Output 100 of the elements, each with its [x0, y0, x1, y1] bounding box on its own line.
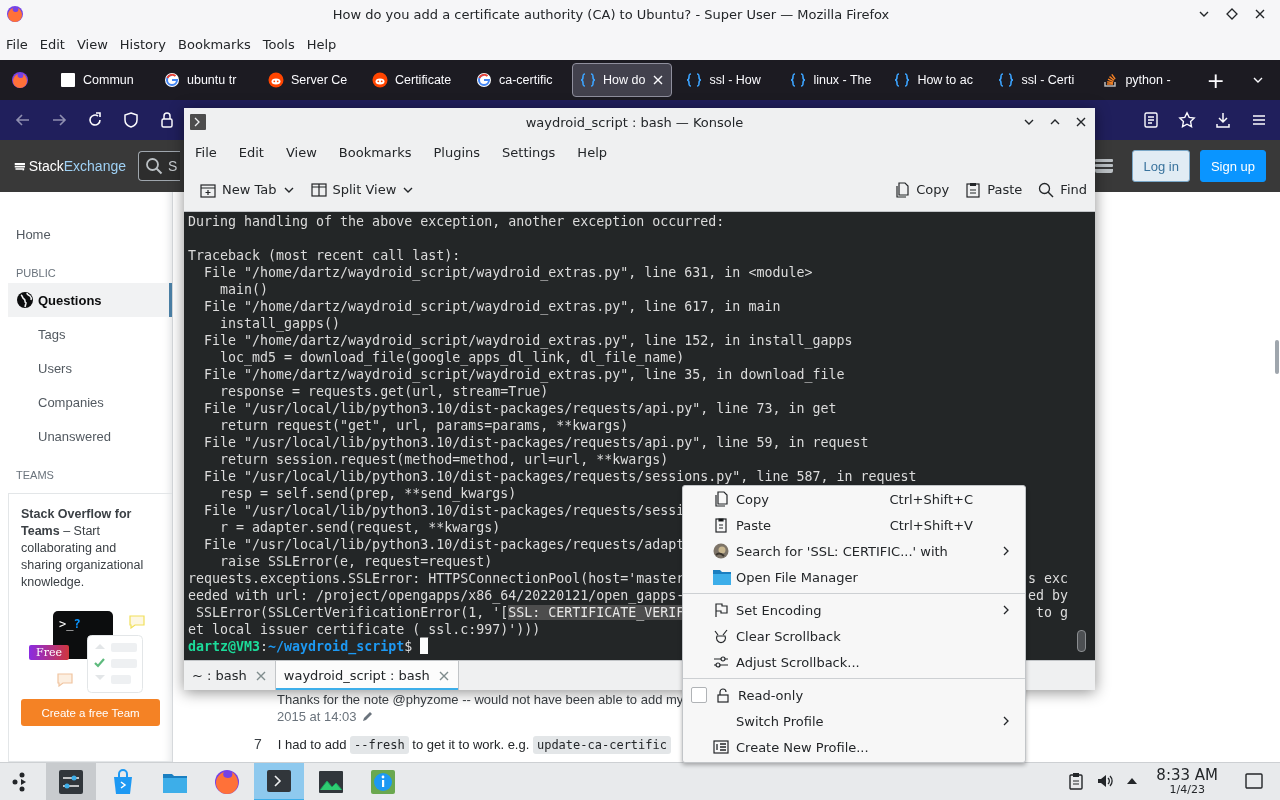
section-heading: TEAMS: [15, 468, 55, 483]
menu-item[interactable]: Help: [568, 144, 616, 160]
menu-item[interactable]: Paste Ctrl+Shift+V: [683, 512, 1025, 538]
terminal-line: return session.request(method=method, url=url, **kwargs): [219, 451, 669, 468]
terminal-line: install_gapps(): [219, 315, 341, 332]
browser-tab[interactable]: ssl - Certi: [990, 63, 1089, 97]
terminal-line: File "/usr/local/lib/python3.10/dist-packages/requests/sessions.py", line 587, in request: [203, 468, 917, 485]
flame-globe-icon[interactable]: [6, 5, 24, 23]
menu-item[interactable]: Edit: [229, 144, 273, 160]
menu-item[interactable]: View: [70, 36, 114, 52]
nav-link[interactable]: Users: [8, 351, 172, 385]
download-icon[interactable]: [1214, 111, 1232, 129]
clock[interactable]: 8:33 AM 1/4/23: [1156, 767, 1218, 796]
reader-view-icon[interactable]: [1142, 111, 1160, 129]
diamond-icon[interactable]: [1226, 8, 1238, 20]
folder-icon: [713, 569, 731, 585]
new-tab-button[interactable]: +: [1198, 67, 1233, 93]
browser-tab[interactable]: ssl - How: [678, 63, 777, 97]
terminal-line: File "/home/dartz/waydroid_script/waydroid_extras.py", line 35, in download_file: [203, 366, 845, 383]
close-icon[interactable]: [1254, 8, 1266, 20]
nav-link[interactable]: Questions: [8, 283, 172, 317]
star-icon[interactable]: [1178, 111, 1196, 129]
terminal-line: response = requests.get(url, stream=True): [219, 383, 549, 400]
browser-tab[interactable]: linux - The: [782, 63, 881, 97]
terminal-line: During handling of the above exception, another exception occurred:: [188, 213, 725, 230]
toolbar-button[interactable]: Split View: [310, 181, 415, 198]
menu-item[interactable]: Switch Profile: [683, 708, 1025, 734]
menu-item[interactable]: File: [0, 36, 34, 52]
menu-item[interactable]: Tools: [256, 36, 301, 52]
lock-icon[interactable]: [158, 111, 176, 129]
shield-icon[interactable]: [122, 111, 140, 129]
speech-bubble-icon: [129, 615, 145, 629]
browser-tab[interactable]: How to ac: [886, 63, 985, 97]
terminal-line: to g: [1035, 604, 1068, 621]
clipboard-icon[interactable]: [1068, 772, 1085, 791]
menu-item[interactable]: Search for 'SSL: CERTIFIC...' with: [683, 538, 1025, 564]
window-title: How do you add a certificate authority (CA) to Ubuntu? - Super User — Mozilla Firefox: [331, 6, 891, 22]
menu-item[interactable]: Open File Manager: [683, 564, 1025, 590]
menu-item[interactable]: Adjust Scrollback...: [683, 649, 1025, 675]
nav-link[interactable]: Unanswered: [8, 419, 172, 453]
flame-globe-icon[interactable]: [11, 71, 29, 89]
curly-brace-icon: [790, 72, 807, 88]
browser-tab[interactable]: How do: [572, 63, 673, 97]
terminal-tab[interactable]: waydroid_script : bash: [275, 661, 459, 690]
menu-item[interactable]: Set Encoding: [683, 597, 1025, 623]
taskbar-app[interactable]: [46, 762, 96, 800]
close-tab-icon[interactable]: [652, 74, 665, 86]
logo-text[interactable]: Exchange: [63, 158, 126, 174]
terminal-line: Traceback (most recent call last):: [188, 247, 461, 264]
logo-text[interactable]: Stack: [28, 158, 64, 174]
scrollbar-thumb[interactable]: [1077, 630, 1086, 652]
new-tab-icon: [200, 181, 216, 198]
toolbar-button[interactable]: New Tab: [200, 181, 295, 198]
vote-count: 7: [254, 736, 262, 752]
alien-head-icon: [372, 72, 388, 88]
toolbar-button[interactable]: Copy: [894, 181, 950, 198]
document-icon: [60, 72, 76, 88]
search-icon: [1038, 181, 1055, 198]
menu-item[interactable]: Copy Ctrl+Shift+C: [683, 486, 1025, 512]
close-icon[interactable]: [1075, 116, 1087, 128]
nav-link[interactable]: Companies: [8, 385, 172, 419]
menu-item[interactable]: Read-only: [683, 682, 1025, 708]
menu-item[interactable]: Edit: [33, 36, 71, 52]
toolbar-button[interactable]: Paste: [965, 181, 1023, 198]
menu-item[interactable]: Help: [300, 36, 343, 52]
scrollbar-thumb[interactable]: [1275, 340, 1279, 374]
browser-tab[interactable]: Server Ce: [260, 63, 358, 97]
menu-item[interactable]: Bookmarks: [172, 36, 257, 52]
browser-tab[interactable]: Commun: [52, 63, 150, 97]
browser-tab[interactable]: python -: [1094, 63, 1193, 97]
nav-link[interactable]: Home: [8, 217, 172, 251]
reload-icon[interactable]: [86, 111, 104, 129]
checkbox[interactable]: [691, 687, 707, 703]
browser-tab[interactable]: ubuntu tr: [156, 63, 254, 97]
terminal-tab[interactable]: ~ : bash: [184, 661, 276, 690]
menu-item[interactable]: File: [186, 144, 226, 160]
comment-text: Thanks for the note @phyzome -- would not have been able to add my: [277, 692, 684, 707]
nav-link[interactable]: Tags: [8, 317, 172, 351]
menu-item[interactable]: Clear Scrollback: [683, 623, 1025, 649]
search-field[interactable]: S: [138, 151, 180, 181]
show-desktop-icon[interactable]: [1244, 771, 1264, 792]
menu-item[interactable]: Plugins: [424, 144, 490, 160]
menu-item[interactable]: History: [113, 36, 173, 52]
pencil-icon[interactable]: [360, 710, 373, 723]
browser-tab[interactable]: ca-certific: [468, 63, 566, 97]
menu-item[interactable]: Create New Profile...: [683, 734, 1025, 760]
menu-item[interactable]: Settings: [493, 144, 565, 160]
answer-text: I had to add --fresh to get it to work. e.g. update-ca-certific: [277, 736, 671, 752]
paste-icon: [965, 181, 982, 198]
browser-tab[interactable]: Certificate: [364, 63, 462, 97]
toolbar-button[interactable]: Find: [1038, 181, 1087, 198]
login-button[interactable]: Log in: [1132, 150, 1190, 182]
menu-item[interactable]: Bookmarks: [329, 144, 421, 160]
terminal-icon[interactable]: [190, 114, 206, 130]
taskbar-app[interactable]: [254, 762, 304, 800]
menu-item[interactable]: View: [276, 144, 326, 160]
comment-date: 2015 at 14:03: [277, 709, 357, 724]
terminal-line: raise SSLError(e, request=request): [219, 553, 493, 570]
stacked-bars-icon[interactable]: [1094, 157, 1115, 175]
stack-icon: [1102, 72, 1119, 88]
